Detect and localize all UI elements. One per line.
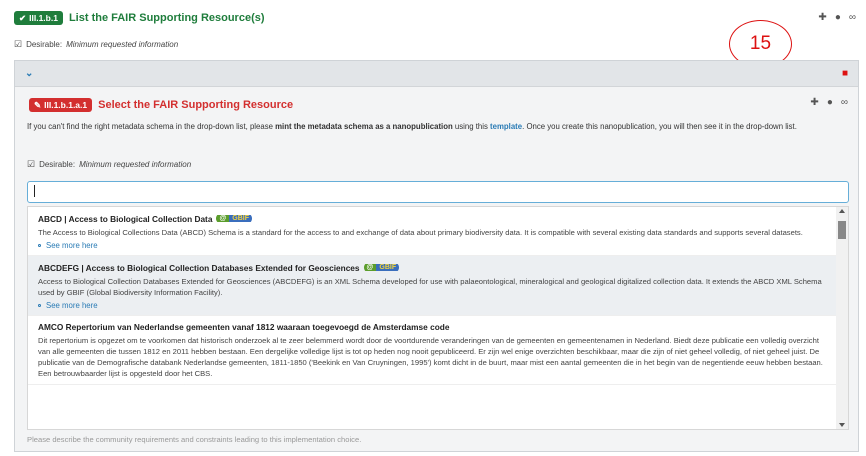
instructions-part1: If you can't find the right metadata sch… [27,122,276,131]
option-description: The Access to Biological Collections Dat… [38,228,803,237]
list-item[interactable]: ABCDEFG | Access to Biological Collectio… [28,256,848,316]
comment-icon[interactable]: ● [827,97,833,108]
link-icon[interactable]: ∞ [841,97,848,108]
option-title-text: ABCDEFG | Access to Biological Collectio… [38,262,360,273]
panel-toolbar: ⌄ ■ [15,61,858,87]
outer-desirable-text: Minimum requested information [66,40,179,49]
inner-desirable-text: Minimum requested information [79,160,192,169]
inner-badge-label: III.1.b.1.a.1 [44,100,88,110]
option-title: AMCO Repertorium van Nederlandse gemeent… [38,322,824,332]
check-icon: ✔ [19,12,27,23]
option-title: ABCD | Access to Biological Collection D… [38,213,824,224]
instructions-part2: using this [452,122,491,131]
comment-icon[interactable]: ● [835,12,841,23]
inner-actions: ✚ ● ∞ [810,97,848,108]
resource-search-input[interactable] [27,181,849,203]
outer-desirable-prefix: Desirable: [26,40,63,49]
inner-desirable: ☑ Desirable: Minimum requested informati… [27,159,191,170]
nested-panel: ⌄ ■ ✎ III.1.b.1.a.1 Select the FAIR Supp… [14,60,859,452]
resource-dropdown-list[interactable]: ABCD | Access to Biological Collection D… [27,206,849,430]
outer-section-header: ✔ III.1.b.1 List the FAIR Supporting Res… [14,10,265,26]
option-description: Access to Biological Collection Database… [38,277,822,297]
outer-actions: ✚ ● ∞ [818,12,856,23]
chevron-down-icon[interactable]: ⌄ [25,68,33,79]
gbif-logo-icon: @ GBIF [363,262,400,273]
instructions-part3: . Once you create this nanopublication, … [522,122,797,131]
inner-section-title: Select the FAIR Supporting Resource [98,99,294,111]
gbif-logo-icon: @ GBIF [216,213,252,224]
add-icon[interactable]: ✚ [810,97,818,108]
link-icon[interactable]: ∞ [849,12,856,23]
pencil-icon: ✎ [34,99,42,110]
inner-section-header: ✎ III.1.b.1.a.1 Select the FAIR Supporti… [29,97,293,113]
checkbox-icon: ☑ [14,39,23,49]
see-more-link[interactable]: See more here [38,301,824,310]
instructions-bold: mint the metadata schema as a nanopublic… [275,122,453,131]
list-item[interactable]: AMCO Repertorium van Nederlandse gemeent… [28,316,848,385]
scroll-up-icon[interactable] [839,209,845,213]
instructions-text: If you can't find the right metadata sch… [27,121,853,133]
list-item[interactable]: ABCD | Access to Biological Collection D… [28,207,848,256]
add-icon[interactable]: ✚ [818,12,826,23]
template-link[interactable]: template [490,122,522,131]
outer-desirable: ☑ Desirable: Minimum requested informati… [14,39,178,50]
trash-icon[interactable]: ■ [842,68,848,79]
checkbox-icon: ☑ [27,159,36,169]
outer-section-title: List the FAIR Supporting Resource(s) [68,12,265,24]
option-title: ABCDEFG | Access to Biological Collectio… [38,262,824,273]
outer-badge-label: III.1.b.1 [29,13,58,23]
scroll-down-icon[interactable] [839,423,845,427]
option-title-text: ABCD | Access to Biological Collection D… [38,213,213,224]
inner-section-badge: ✎ III.1.b.1.a.1 [29,98,93,112]
option-title-text: AMCO Repertorium van Nederlandse gemeent… [38,322,450,332]
description-hint: Please describe the community requiremen… [27,435,362,444]
inner-desirable-prefix: Desirable: [39,160,76,169]
outer-section-badge: ✔ III.1.b.1 [14,11,63,25]
scroll-thumb[interactable] [838,221,846,239]
option-description: Dit repertorium is opgezet om te voorkom… [38,336,823,378]
see-more-link[interactable]: See more here [38,241,824,250]
dropdown-scrollbar[interactable] [836,207,848,429]
